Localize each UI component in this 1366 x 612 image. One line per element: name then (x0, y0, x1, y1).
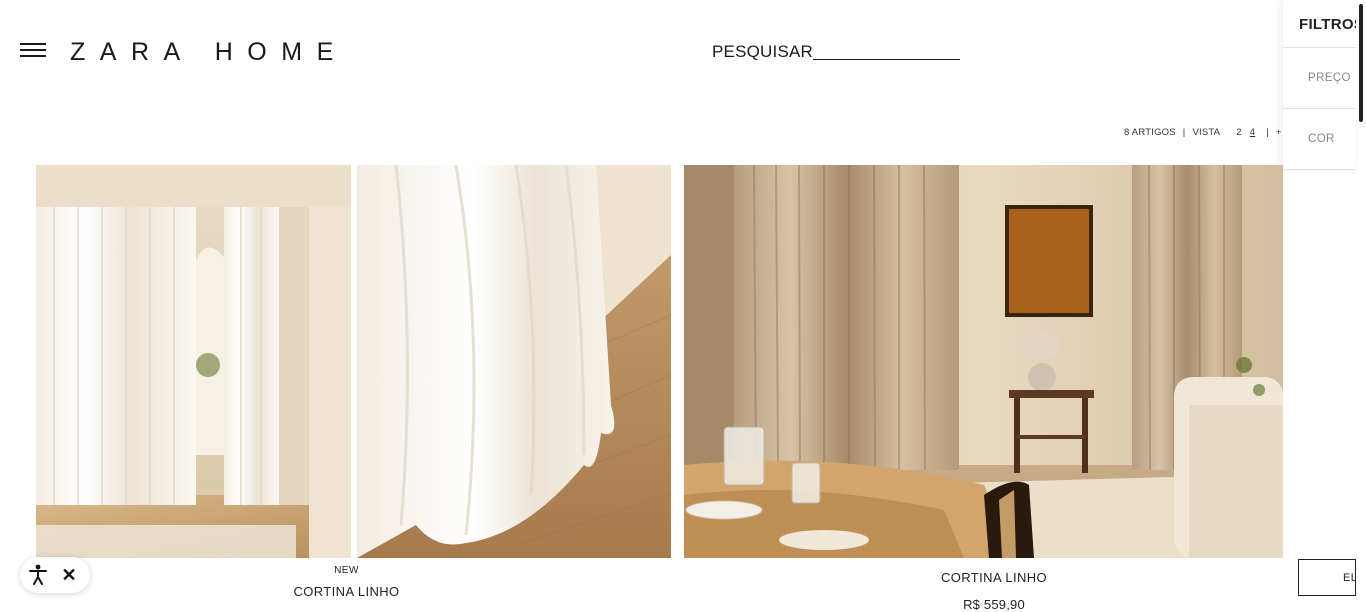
filter-title: FILTROS (1299, 16, 1356, 33)
filter-price[interactable]: PREÇO (1308, 72, 1351, 84)
view-option-2[interactable]: 2 (1236, 127, 1241, 138)
accessibility-widget: ✕ (20, 557, 90, 593)
view-controls: 8 ARTIGOS | VISTA 2 4 | + (1124, 127, 1282, 138)
close-icon[interactable]: ✕ (56, 557, 82, 593)
clear-filters-label: ELIMINAR (1343, 572, 1356, 584)
accessibility-icon[interactable] (20, 557, 56, 593)
clear-filters-button[interactable]: ELIMINAR (1298, 559, 1356, 596)
product-price: R$ 559,90 (963, 597, 1025, 612)
divider (1283, 169, 1356, 170)
product-image[interactable] (684, 165, 1283, 558)
filter-panel: FILTROS PREÇO COR (1283, 0, 1356, 170)
menu-button[interactable] (20, 43, 46, 59)
new-badge: NEW (334, 565, 359, 576)
zoom-plus-button[interactable]: + (1276, 127, 1282, 138)
filter-color[interactable]: COR (1308, 133, 1335, 145)
brand-logo[interactable]: ZARA HOME (70, 38, 348, 67)
search-underline (813, 59, 960, 60)
product-name[interactable]: CORTINA LINHO (0, 584, 693, 599)
hamburger-icon (20, 43, 46, 45)
scrollbar[interactable] (1359, 4, 1363, 122)
product-name[interactable]: CORTINA LINHO (684, 570, 1304, 585)
item-count: 8 ARTIGOS (1124, 127, 1176, 138)
view-option-4[interactable]: 4 (1250, 127, 1255, 138)
search-field[interactable]: PESQUISAR (712, 42, 960, 62)
view-label: VISTA (1192, 127, 1221, 138)
divider (1283, 108, 1356, 109)
search-label: PESQUISAR (712, 42, 813, 61)
product-image[interactable] (36, 165, 671, 558)
divider (1283, 47, 1356, 48)
